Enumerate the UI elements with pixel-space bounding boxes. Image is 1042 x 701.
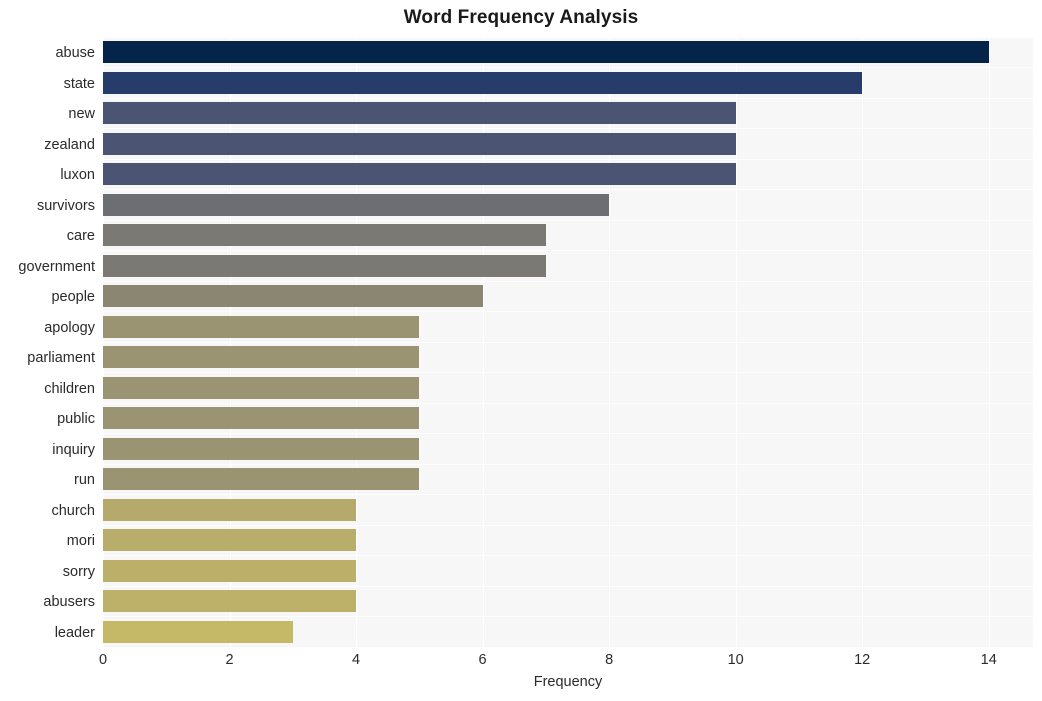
y-axis-label-run: run — [74, 472, 95, 489]
bar-row — [103, 313, 1033, 344]
y-axis-label-abusers: abusers — [43, 594, 95, 611]
x-axis-tick-10: 10 — [727, 652, 744, 668]
y-axis-label-survivors: survivors — [36, 197, 95, 214]
y-axis-label-people: people — [51, 289, 95, 306]
x-axis-tick-8: 8 — [605, 652, 614, 668]
row-separator — [103, 646, 1033, 648]
bar-sorry — [103, 559, 357, 582]
bar-children — [103, 376, 420, 399]
bar-row — [103, 374, 1033, 405]
y-axis-label-abuse: abuse — [55, 45, 95, 62]
y-axis-label-inquiry: inquiry — [52, 441, 95, 458]
x-axis-tick-2: 2 — [225, 652, 234, 668]
bar-run — [103, 468, 420, 491]
y-axis-label-mori: mori — [66, 533, 95, 550]
y-axis-label-state: state — [63, 75, 95, 92]
y-axis-label-public: public — [57, 411, 95, 428]
y-axis-label-apology: apology — [44, 319, 95, 336]
bar-leader — [103, 620, 293, 643]
y-axis-label-leader: leader — [54, 624, 95, 641]
bar-abusers — [103, 590, 357, 613]
bar-new — [103, 102, 736, 125]
bars-layer — [103, 38, 1033, 648]
y-axis-label-luxon: luxon — [60, 167, 95, 184]
bar-church — [103, 498, 357, 521]
chart-title: Word Frequency Analysis — [403, 7, 639, 28]
bar-mori — [103, 529, 357, 552]
bar-state — [103, 71, 863, 94]
x-axis-title: Frequency — [533, 674, 603, 690]
bar-row — [103, 526, 1033, 557]
y-axis-label-parliament: parliament — [27, 350, 95, 367]
x-axis-tick-0: 0 — [98, 652, 108, 668]
y-axis-label-care: care — [66, 228, 95, 245]
bar-row — [103, 282, 1033, 313]
bar-care — [103, 224, 546, 247]
bar-row — [103, 69, 1033, 100]
y-axis-labels: abuse state new zealand luxon survivors care go… — [0, 38, 95, 648]
bar-luxon — [103, 163, 736, 186]
bar-row — [103, 587, 1033, 618]
bar-zealand — [103, 132, 736, 155]
bar-abuse — [103, 41, 989, 64]
y-axis-label-government: government — [18, 258, 95, 275]
bar-public — [103, 407, 420, 430]
bar-government — [103, 254, 546, 277]
y-axis-label-children: children — [44, 380, 95, 397]
bar-row — [103, 160, 1033, 191]
bar-row — [103, 130, 1033, 161]
x-axis-tick-14: 14 — [980, 652, 997, 668]
y-axis-label-sorry: sorry — [62, 563, 95, 580]
x-axis-tick-labels: 0 2 4 6 8 10 12 14 — [99, 652, 1033, 674]
x-axis-tick-4: 4 — [352, 652, 361, 668]
bar-row — [103, 496, 1033, 527]
y-axis-label-church: church — [51, 502, 95, 519]
bar-row — [103, 221, 1033, 252]
bar-row — [103, 404, 1033, 435]
bar-row — [103, 252, 1033, 283]
plot-area — [103, 38, 1033, 648]
bar-parliament — [103, 346, 420, 369]
bar-inquiry — [103, 437, 420, 460]
word-frequency-chart-figure: Word Frequency Analysis abuse state new zea… — [0, 0, 1042, 701]
bar-survivors — [103, 193, 610, 216]
x-axis-tick-12: 12 — [854, 652, 871, 668]
bar-row — [103, 618, 1033, 649]
bar-row — [103, 99, 1033, 130]
bar-row — [103, 435, 1033, 466]
y-axis-label-zealand: zealand — [44, 136, 95, 153]
bar-row — [103, 38, 1033, 69]
bar-row — [103, 191, 1033, 222]
bar-row — [103, 465, 1033, 496]
x-axis-tick-6: 6 — [478, 652, 487, 668]
bar-row — [103, 557, 1033, 588]
y-axis-label-new: new — [68, 106, 95, 123]
bar-row — [103, 343, 1033, 374]
bar-apology — [103, 315, 420, 338]
bar-people — [103, 285, 483, 308]
